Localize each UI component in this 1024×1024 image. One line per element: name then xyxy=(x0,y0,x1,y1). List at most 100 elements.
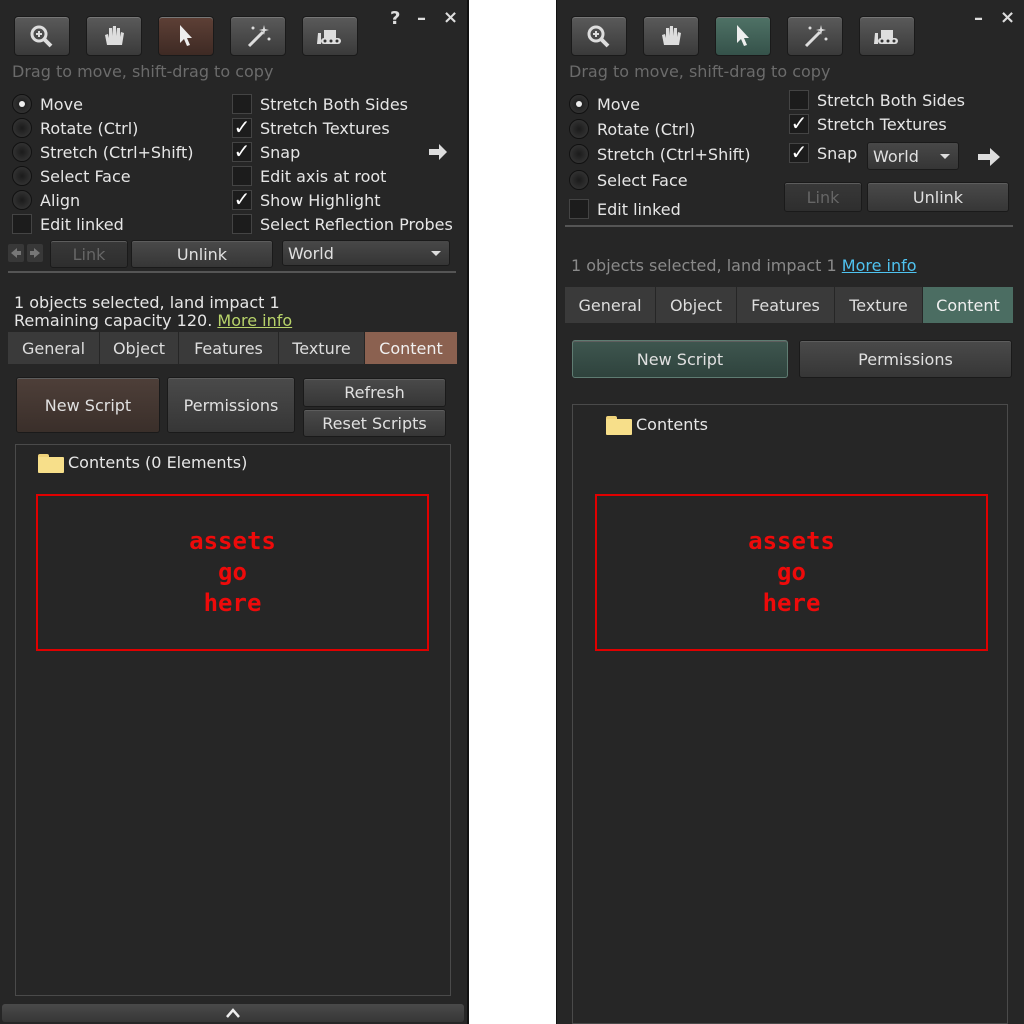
new-script-button[interactable]: New Script xyxy=(16,377,160,433)
stretch-textures-checkbox[interactable]: ✓ Stretch Textures xyxy=(789,113,947,135)
more-info-link[interactable]: More info xyxy=(842,256,917,275)
radio-icon xyxy=(569,94,589,114)
assets-line: assets xyxy=(748,527,835,555)
stretch-both-sides-checkbox[interactable]: Stretch Both Sides xyxy=(789,89,965,111)
tab-object[interactable]: Object xyxy=(656,287,737,323)
more-info-link[interactable]: More info xyxy=(217,311,292,330)
checkbox-label: Stretch Textures xyxy=(817,114,947,134)
tab-features[interactable]: Features xyxy=(179,332,279,364)
radio-icon xyxy=(569,170,589,190)
land-tool-button[interactable] xyxy=(859,16,915,56)
help-button[interactable]: ? xyxy=(390,8,400,29)
select-reflection-probes-checkbox[interactable]: Select Reflection Probes xyxy=(232,213,453,235)
snap-checkbox[interactable]: ✓ Snap xyxy=(789,142,857,164)
dropdown-value: World xyxy=(288,243,334,263)
radio-label: Move xyxy=(40,94,83,114)
tab-texture[interactable]: Texture xyxy=(835,287,923,323)
prev-link-icon[interactable] xyxy=(8,244,24,262)
reference-frame-dropdown[interactable]: World xyxy=(867,142,959,170)
folder-icon xyxy=(606,416,632,435)
arrow-right-icon[interactable] xyxy=(976,147,1002,167)
tab-object[interactable]: Object xyxy=(100,332,179,364)
tab-content[interactable]: Content xyxy=(923,287,1014,323)
checkbox-icon xyxy=(232,166,252,186)
link-button[interactable]: Link xyxy=(50,240,128,268)
contents-folder-row[interactable]: Contents xyxy=(606,415,708,435)
checkmark-icon: ✓ xyxy=(789,111,809,135)
arrow-right-icon[interactable] xyxy=(427,143,449,161)
snap-checkbox[interactable]: ✓ Snap xyxy=(232,141,300,163)
collapse-bar[interactable] xyxy=(2,1004,464,1022)
checkbox-icon xyxy=(232,214,252,234)
selection-status: 1 objects selected, land impact 1 More i… xyxy=(571,256,917,275)
close-button[interactable]: × xyxy=(1000,7,1015,28)
checkbox-label: Show Highlight xyxy=(260,190,381,210)
zoom-tool-button[interactable] xyxy=(571,16,627,56)
stretch-both-sides-checkbox[interactable]: Stretch Both Sides xyxy=(232,93,408,115)
link-button[interactable]: Link xyxy=(784,182,862,212)
refresh-button[interactable]: Refresh xyxy=(303,378,446,407)
mode-stretch-radio[interactable]: Stretch (Ctrl+Shift) xyxy=(12,141,194,163)
create-tool-button[interactable] xyxy=(230,16,286,56)
mode-select-face-radio[interactable]: Select Face xyxy=(569,169,688,191)
contents-folder-row[interactable]: Contents (0 Elements) xyxy=(38,453,247,473)
assets-line: assets xyxy=(189,527,276,555)
show-highlight-checkbox[interactable]: ✓ Show Highlight xyxy=(232,189,381,211)
zoom-tool-button[interactable] xyxy=(14,16,70,56)
tab-content[interactable]: Content xyxy=(365,332,458,364)
bulldozer-icon xyxy=(874,30,898,44)
new-script-button[interactable]: New Script xyxy=(572,340,788,378)
reset-scripts-button[interactable]: Reset Scripts xyxy=(303,409,446,437)
checkbox-label: Select Reflection Probes xyxy=(260,214,453,234)
checkbox-label: Snap xyxy=(260,142,301,162)
folder-icon xyxy=(38,454,64,473)
checkmark-icon: ✓ xyxy=(789,140,809,164)
radio-label: Rotate (Ctrl) xyxy=(40,118,139,138)
select-tool-button[interactable] xyxy=(715,16,771,56)
tab-bar: General Object Features Texture Content xyxy=(565,287,1014,323)
permissions-button[interactable]: Permissions xyxy=(799,340,1012,378)
checkbox-icon xyxy=(232,94,252,114)
checkbox-label: Snap xyxy=(817,143,858,163)
edit-linked-checkbox[interactable]: Edit linked xyxy=(12,213,124,235)
checkbox-label: Stretch Textures xyxy=(260,118,390,138)
grab-tool-button[interactable] xyxy=(643,16,699,56)
permissions-button[interactable]: Permissions xyxy=(167,377,295,433)
contents-list[interactable]: Contents assets go here xyxy=(572,404,1008,1024)
radio-icon xyxy=(12,94,32,114)
unlink-button[interactable]: Unlink xyxy=(867,182,1009,212)
select-tool-button[interactable] xyxy=(158,16,214,56)
grab-hand-icon xyxy=(105,26,124,45)
tab-texture[interactable]: Texture xyxy=(279,332,365,364)
grab-tool-button[interactable] xyxy=(86,16,142,56)
magic-wand-icon xyxy=(247,25,271,48)
edit-axis-root-checkbox[interactable]: Edit axis at root xyxy=(232,165,386,187)
minimize-button[interactable]: – xyxy=(417,8,426,29)
land-tool-button[interactable] xyxy=(302,16,358,56)
chevron-down-icon xyxy=(431,250,441,256)
mode-stretch-radio[interactable]: Stretch (Ctrl+Shift) xyxy=(569,143,751,165)
tab-features[interactable]: Features xyxy=(737,287,835,323)
unlink-button[interactable]: Unlink xyxy=(131,240,273,268)
contents-list[interactable]: Contents (0 Elements) assets go here xyxy=(15,444,451,996)
mode-align-radio[interactable]: Align xyxy=(12,189,80,211)
next-link-icon[interactable] xyxy=(27,244,43,262)
tab-general[interactable]: General xyxy=(565,287,656,323)
radio-icon xyxy=(12,166,32,186)
minimize-button[interactable]: – xyxy=(974,8,983,29)
reference-frame-dropdown[interactable]: World xyxy=(282,240,450,266)
zoom-icon xyxy=(30,25,53,48)
radio-icon xyxy=(569,119,589,139)
stretch-textures-checkbox[interactable]: ✓ Stretch Textures xyxy=(232,117,390,139)
create-tool-button[interactable] xyxy=(787,16,843,56)
mode-move-radio[interactable]: Move xyxy=(569,93,640,115)
radio-label: Stretch (Ctrl+Shift) xyxy=(40,142,194,162)
tab-general[interactable]: General xyxy=(8,332,100,364)
mode-rotate-radio[interactable]: Rotate (Ctrl) xyxy=(569,118,695,140)
chevron-up-icon xyxy=(226,1008,240,1018)
close-button[interactable]: × xyxy=(443,7,458,28)
edit-linked-checkbox[interactable]: Edit linked xyxy=(569,198,681,220)
mode-rotate-radio[interactable]: Rotate (Ctrl) xyxy=(12,117,138,139)
mode-move-radio[interactable]: Move xyxy=(12,93,83,115)
mode-select-face-radio[interactable]: Select Face xyxy=(12,165,131,187)
